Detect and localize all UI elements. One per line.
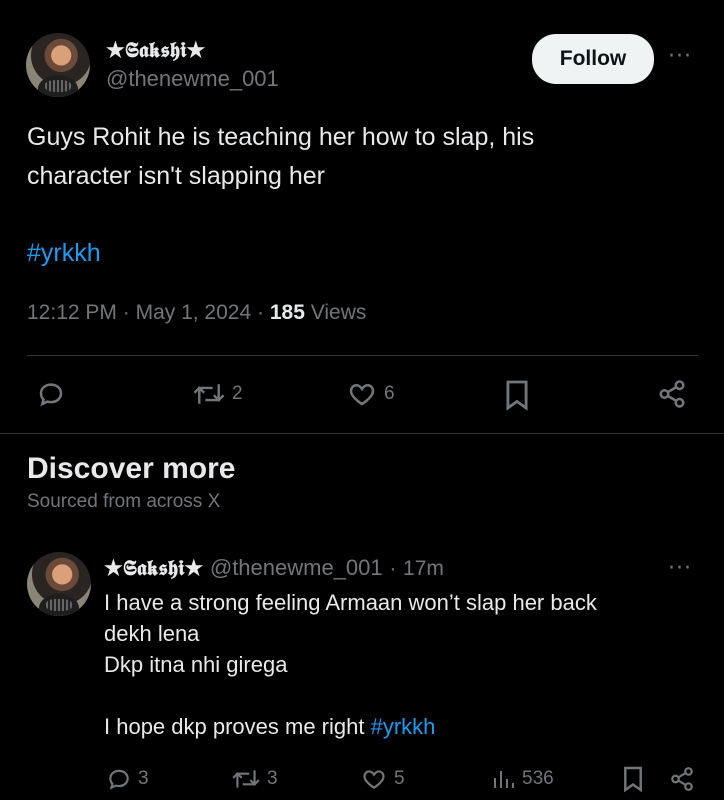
related-tweet-text: I have a strong feeling Armaan won’t sla… bbox=[104, 587, 694, 742]
share-icon bbox=[659, 380, 685, 408]
hashtag-link[interactable]: #yrkkh bbox=[371, 714, 436, 739]
discover-title: Discover more bbox=[27, 452, 236, 485]
tweet-meta: 12:12 PM · May 1, 2024 · 185 Views bbox=[27, 301, 366, 325]
views-label: Views bbox=[310, 301, 367, 324]
share-button[interactable] bbox=[669, 765, 695, 793]
tweet-text: Guys Rohit he is teaching her how to sla… bbox=[27, 123, 535, 190]
more-options-icon[interactable]: ··· bbox=[668, 44, 692, 69]
meta-separator: · bbox=[122, 301, 130, 324]
like-button[interactable]: 5 bbox=[360, 766, 405, 792]
like-count: 6 bbox=[384, 383, 395, 404]
bookmark-button[interactable] bbox=[504, 379, 530, 411]
avatar[interactable] bbox=[26, 33, 90, 97]
bookmark-icon bbox=[624, 766, 642, 793]
reply-icon bbox=[39, 383, 63, 407]
display-name[interactable]: ★𝕾𝖆𝖐𝖘𝖍𝖎★ bbox=[106, 37, 205, 63]
retweet-count: 3 bbox=[267, 768, 278, 789]
heart-icon bbox=[363, 770, 385, 789]
avatar[interactable] bbox=[27, 552, 91, 616]
header-separator: · bbox=[389, 557, 397, 580]
hashtag-link[interactable]: #yrkkh bbox=[27, 234, 101, 273]
reply-count: 3 bbox=[138, 768, 149, 789]
heart-icon bbox=[349, 383, 375, 406]
section-divider bbox=[0, 433, 724, 434]
tweet-age[interactable]: 17m bbox=[403, 557, 444, 580]
display-name[interactable]: ★𝕾𝖆𝖐𝖘𝖍𝖎★ bbox=[104, 555, 203, 580]
like-count: 5 bbox=[394, 768, 405, 789]
divider bbox=[27, 355, 698, 356]
follow-button[interactable]: Follow bbox=[532, 34, 654, 84]
bookmark-icon bbox=[506, 380, 528, 411]
views-count: 536 bbox=[522, 768, 554, 789]
retweet-icon bbox=[232, 770, 260, 788]
related-tweet-header: ★𝕾𝖆𝖐𝖘𝖍𝖎★ @thenewme_001 · 17m bbox=[104, 555, 444, 581]
reply-button[interactable]: 3 bbox=[106, 766, 149, 792]
retweet-count: 2 bbox=[232, 383, 243, 404]
share-icon bbox=[671, 767, 693, 791]
reply-icon bbox=[109, 769, 129, 790]
related-tweet-body: I have a strong feeling Armaan won’t sla… bbox=[104, 590, 597, 739]
reply-button[interactable] bbox=[36, 379, 66, 409]
analytics-icon bbox=[494, 771, 514, 788]
views-count: 185 bbox=[269, 301, 305, 324]
views-button[interactable]: 536 bbox=[492, 766, 554, 792]
meta-separator: · bbox=[257, 301, 264, 324]
retweet-icon bbox=[193, 384, 225, 404]
more-options-icon[interactable]: ··· bbox=[668, 556, 692, 581]
share-button[interactable] bbox=[657, 378, 687, 410]
like-button[interactable]: 6 bbox=[346, 379, 395, 409]
retweet-button[interactable]: 3 bbox=[231, 766, 278, 792]
user-handle[interactable]: @thenewme_001 bbox=[210, 555, 383, 580]
user-handle[interactable]: @thenewme_001 bbox=[106, 66, 279, 92]
discover-subtitle: Sourced from across X bbox=[27, 491, 221, 512]
tweet-time[interactable]: 12:12 PM bbox=[27, 301, 117, 324]
retweet-button[interactable]: 2 bbox=[192, 379, 243, 409]
tweet-date[interactable]: May 1, 2024 bbox=[136, 301, 252, 324]
bookmark-button[interactable] bbox=[622, 765, 644, 793]
